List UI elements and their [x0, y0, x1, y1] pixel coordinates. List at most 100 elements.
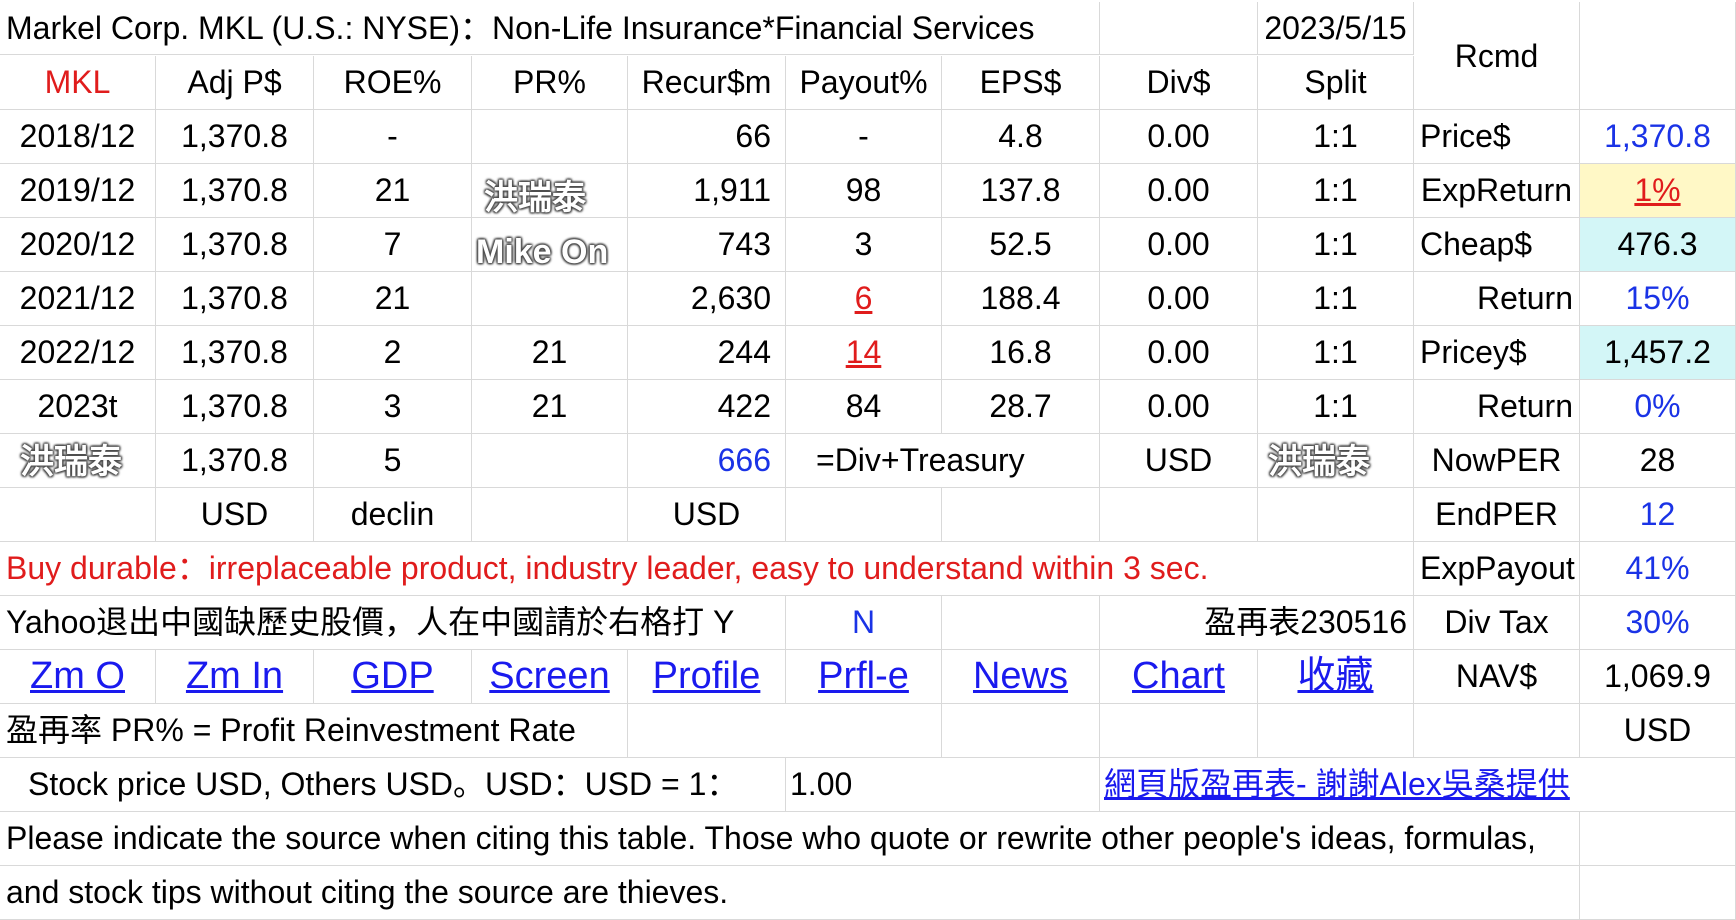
pr-definition: 盈再率 PR% = Profit Reinvestment Rate — [0, 704, 628, 758]
web-version-link[interactable]: 網頁版盈再表- 謝謝Alex吳桑提供 — [1100, 758, 1736, 812]
div-cell: 0.00 — [1100, 272, 1258, 326]
payout-cell: 14 — [786, 326, 942, 380]
profile-link[interactable]: Profile — [628, 650, 786, 704]
payout-cell: 84 — [786, 380, 942, 434]
report-date: 2023/5/15 — [1258, 2, 1414, 55]
empty-cell — [1100, 2, 1258, 55]
roe-header: ROE% — [314, 56, 472, 110]
split-cell: 1:1 — [1258, 218, 1414, 272]
empty-cell — [942, 488, 1100, 542]
eps-header: EPS$ — [942, 56, 1100, 110]
split-cell: 1:1 — [1258, 380, 1414, 434]
payout-cell: 6 — [786, 272, 942, 326]
avg-roe: 5 — [314, 434, 472, 488]
profile-en-link[interactable]: Prfl-e — [786, 650, 942, 704]
now-per-value: 28 — [1580, 434, 1736, 488]
unit-recur: USD — [628, 488, 786, 542]
recur-header: Recur$m — [628, 56, 786, 110]
empty-cell — [1580, 812, 1736, 866]
eps-cell: 4.8 — [942, 110, 1100, 164]
empty-cell — [628, 704, 942, 758]
nav-value: 1,069.9 — [1580, 650, 1736, 704]
pricey-return-label: Return — [1414, 380, 1580, 434]
adj-price-cell: 1,370.8 — [156, 380, 314, 434]
div-cell: 0.00 — [1100, 218, 1258, 272]
news-link[interactable]: News — [942, 650, 1100, 704]
watermark-chinese-name: 洪瑞泰 — [20, 442, 122, 482]
roe-cell: 21 — [314, 272, 472, 326]
year-cell: 2022/12 — [0, 326, 156, 380]
payout-header: Payout% — [786, 56, 942, 110]
adj-price-header: Adj P$ — [156, 56, 314, 110]
citation-line-2: and stock tips without citing the source… — [0, 866, 1580, 920]
recur-cell: 66 — [628, 110, 786, 164]
end-per-value: 12 — [1580, 488, 1736, 542]
fx-note: Stock price USD, Others USD。USD：USD = 1： — [0, 758, 786, 812]
yahoo-input-cell[interactable]: N — [786, 596, 942, 650]
recur-cell: 1,911 — [628, 164, 786, 218]
pr-cell — [472, 110, 628, 164]
empty-cell — [1258, 704, 1414, 758]
roe-cell: 21 — [314, 164, 472, 218]
cheap-return-value: 15% — [1580, 272, 1736, 326]
recur-cell: 244 — [628, 326, 786, 380]
version-label: 盈再表230516 — [1100, 596, 1414, 650]
adj-price-cell: 1,370.8 — [156, 218, 314, 272]
cheap-return-label: Return — [1414, 272, 1580, 326]
end-per-label: EndPER — [1414, 488, 1580, 542]
year-cell: 2023t — [0, 380, 156, 434]
now-per-label: NowPER — [1414, 434, 1580, 488]
div-cell: 0.00 — [1100, 110, 1258, 164]
favorites-link[interactable]: 收藏 — [1258, 650, 1414, 704]
gdp-link[interactable]: GDP — [314, 650, 472, 704]
watermark-chinese-name: 洪瑞泰 — [1268, 442, 1370, 482]
div-cell: 0.00 — [1100, 164, 1258, 218]
roe-cell: 3 — [314, 380, 472, 434]
eps-cell: 52.5 — [942, 218, 1100, 272]
empty-cell — [1580, 2, 1736, 110]
empty-cell — [786, 488, 942, 542]
pr-cell: 21 — [472, 380, 628, 434]
roe-cell: - — [314, 110, 472, 164]
exp-return-value: 1% — [1580, 164, 1736, 218]
zoom-in-link[interactable]: Zm In — [156, 650, 314, 704]
empty-cell — [0, 488, 156, 542]
roe-cell: 2 — [314, 326, 472, 380]
empty-cell — [1258, 488, 1414, 542]
watermark-mike-on: Mike On — [476, 233, 609, 271]
avg-adj-price: 1,370.8 — [156, 434, 314, 488]
nav-label: NAV$ — [1414, 650, 1580, 704]
empty-cell — [1100, 704, 1258, 758]
div-tax-value: 30% — [1580, 596, 1736, 650]
chart-link[interactable]: Chart — [1100, 650, 1258, 704]
year-cell: 2019/12 — [0, 164, 156, 218]
screen-link[interactable]: Screen — [472, 650, 628, 704]
recur-cell: 422 — [628, 380, 786, 434]
roe-cell: 7 — [314, 218, 472, 272]
empty-cell — [1580, 866, 1736, 920]
empty-cell — [1414, 704, 1580, 758]
pr-cell — [472, 272, 628, 326]
split-cell: 1:1 — [1258, 326, 1414, 380]
pr-cell: 21 — [472, 326, 628, 380]
pricey-price-label: Pricey$ — [1414, 326, 1580, 380]
div-tax-label: Div Tax — [1414, 596, 1580, 650]
empty-cell — [472, 488, 628, 542]
avg-recur: 666 — [628, 434, 786, 488]
adj-price-cell: 1,370.8 — [156, 110, 314, 164]
empty-cell — [1100, 488, 1258, 542]
ticker-header: MKL — [0, 56, 156, 110]
fx-rate-value: 1.00 — [786, 758, 1100, 812]
adj-price-cell: 1,370.8 — [156, 326, 314, 380]
zoom-out-link[interactable]: Zm O — [0, 650, 156, 704]
div-treasury-formula: =Div+Treasury — [786, 434, 1100, 488]
adj-price-cell: 1,370.8 — [156, 272, 314, 326]
eps-cell: 188.4 — [942, 272, 1100, 326]
payout-cell: - — [786, 110, 942, 164]
split-header: Split — [1258, 56, 1414, 110]
price-value: 1,370.8 — [1580, 110, 1736, 164]
citation-line-1: Please indicate the source when citing t… — [0, 812, 1580, 866]
buy-durable-note: Buy durable：irreplaceable product, indus… — [0, 542, 1414, 596]
spreadsheet: Markel Corp. MKL (U.S.: NYSE)：Non-Life I… — [0, 0, 1736, 920]
unit-adj-price: USD — [156, 488, 314, 542]
